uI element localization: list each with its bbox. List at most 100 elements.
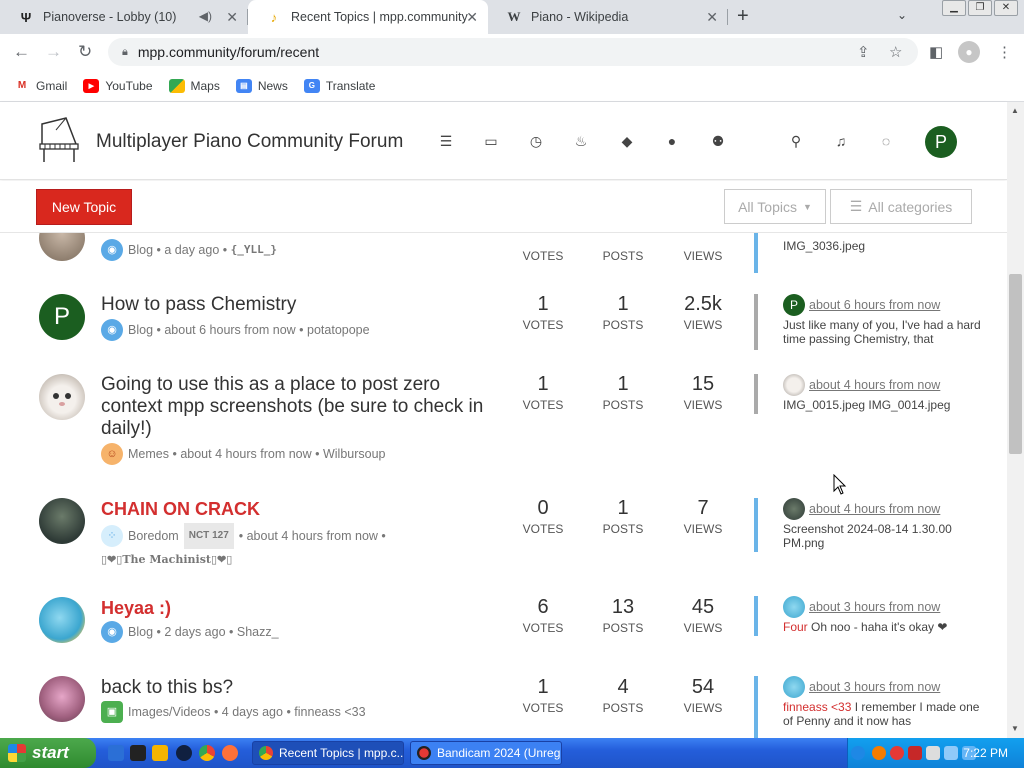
search-icon[interactable]: ⚲ [788,133,804,149]
star-icon[interactable]: ☆ [889,43,902,61]
user-avatar[interactable] [39,498,85,544]
bell-icon[interactable]: ♫ [833,133,849,149]
teaser-time[interactable]: about 3 hours from now [809,680,940,694]
address-bar[interactable]: 🔒︎ mpp.community/forum/recent [108,38,918,66]
close-window-icon[interactable]: ✕ [994,0,1018,16]
author-link[interactable]: Wilbursoup [323,443,386,465]
category-link[interactable]: Blog [128,621,153,643]
page-scrollbar[interactable]: ▲ ▼ [1007,102,1024,738]
category-link[interactable]: Boredom [128,525,179,547]
site-title[interactable]: Multiplayer Piano Community Forum [96,131,403,153]
bookmark-translate[interactable]: G Translate [303,78,375,93]
user-icon[interactable]: ● [664,133,680,149]
scroll-up-icon[interactable]: ▲ [1011,106,1019,115]
user-avatar[interactable] [39,374,85,420]
search-tray-icon[interactable] [872,746,886,760]
piano-logo-icon[interactable] [36,116,80,166]
author-link[interactable]: ▯❤▯The Machinist▯❤▯ [101,549,232,571]
bookmark-gmail[interactable]: M Gmail [14,79,68,93]
close-tab-icon[interactable]: ✕ [706,9,718,26]
topic-title[interactable]: CHAIN ON CRACK [101,498,501,520]
teaser[interactable]: about 4 hours from now Screenshot 2024-0… [754,498,984,552]
bookmark-maps[interactable]: Maps [168,78,220,93]
tab-recent-topics[interactable]: ♪ Recent Topics | mpp.community ✕ [248,0,488,34]
topic-time[interactable]: 4 days ago [222,701,283,723]
tags-icon[interactable]: ◆ [619,133,635,149]
teaser-avatar[interactable] [783,498,805,520]
media-icon[interactable] [130,745,146,761]
users-icon[interactable]: ⚉ [710,133,726,149]
topic-title[interactable]: back to this bs? [101,677,501,699]
new-tab-icon[interactable]: + [737,5,749,28]
topic-row[interactable]: ◉ Blog • a day ago • {_YLL_} VOTES POSTS… [0,233,1007,283]
user-avatar[interactable]: P [925,126,957,158]
back-arrow-icon[interactable]: ← [13,42,30,62]
minimize-icon[interactable]: ▁ [942,0,966,16]
app-tray-icon[interactable] [908,746,922,760]
internet-explorer-icon[interactable] [108,745,124,761]
topic-title[interactable]: How to pass Chemistry [101,294,501,316]
teaser[interactable]: about 3 hours from now finneass <33 I re… [754,676,984,738]
topic-row[interactable]: Going to use this as a place to post zer… [0,365,1007,489]
user-avatar[interactable]: P [39,294,85,340]
speaker-icon[interactable]: ◀) [199,9,212,23]
tray-expand-icon[interactable] [851,746,865,760]
all-topics-dropdown[interactable]: All Topics ▼ [724,189,826,224]
scrollbar-thumb[interactable] [1009,274,1022,454]
inbox-icon[interactable]: ▭ [483,133,499,149]
teaser[interactable]: IMG_3036.jpeg [754,233,984,273]
tab-wikipedia[interactable]: W Piano - Wikipedia ✕ [488,0,728,34]
new-topic-button[interactable]: New Topic [36,189,132,225]
network-tray-icon[interactable] [926,746,940,760]
forward-arrow-icon[interactable]: → [45,42,62,62]
user-avatar[interactable] [39,233,85,261]
reload-icon[interactable]: ↻ [78,42,92,62]
user-avatar[interactable] [39,597,85,643]
topic-row[interactable]: CHAIN ON CRACK ⁘ Boredom NCT 127 • about… [0,489,1007,587]
scroll-down-icon[interactable]: ▼ [1011,724,1019,733]
topic-row[interactable]: P How to pass Chemistry ◉ Blog • about 6… [0,285,1007,365]
bookmark-youtube[interactable]: ▶ YouTube [83,78,153,93]
category-link[interactable]: Blog [128,239,153,261]
taskbar-item-bandicam[interactable]: Bandicam 2024 (Unregi... [410,741,562,765]
category-link[interactable]: Blog [128,319,153,341]
fire-icon[interactable]: ♨ [573,133,589,149]
topic-time[interactable]: about 4 hours from now [180,443,311,465]
teaser[interactable]: about 3 hours from now Four Oh noo - hah… [754,596,984,636]
user-avatar[interactable] [39,676,85,722]
app-icon[interactable] [176,745,192,761]
topic-row[interactable]: Heyaa :) ◉ Blog • 2 days ago • Shazz_ 6 … [0,587,1007,667]
teaser-time[interactable]: about 4 hours from now [809,502,940,516]
tab-pianoverse[interactable]: Ψ Pianoverse - Lobby (10) ◀) ✕ [0,0,248,34]
record-tray-icon[interactable] [890,746,904,760]
teaser[interactable]: about 4 hours from now IMG_0015.jpeg IMG… [754,374,984,414]
topic-time[interactable]: 2 days ago [164,621,225,643]
category-link[interactable]: Memes [128,443,169,465]
chrome-icon[interactable] [199,745,215,761]
close-tab-icon[interactable]: ✕ [226,9,238,26]
clock-icon[interactable]: ◷ [528,133,544,149]
all-categories-dropdown[interactable]: ☰ All categories [830,189,972,224]
display-tray-icon[interactable] [944,746,958,760]
topic-time[interactable]: a day ago [164,239,219,261]
profile-icon[interactable]: ● [958,41,980,63]
topic-time[interactable]: about 4 hours from now [247,525,378,547]
chevron-down-icon[interactable]: ⌄ [897,8,907,22]
author-link[interactable]: {_YLL_} [231,239,277,261]
category-link[interactable]: Images/Videos [128,701,210,723]
teaser[interactable]: P about 6 hours from now Just like many … [754,294,984,350]
teaser-time[interactable]: about 4 hours from now [809,378,940,392]
author-link[interactable]: potatopope [307,319,370,341]
topic-tag[interactable]: NCT 127 [183,523,234,549]
sidepanel-icon[interactable]: ◧ [929,43,943,61]
folder-icon[interactable] [152,745,168,761]
reply-author[interactable]: finneass <33 [783,700,851,714]
teaser-time[interactable]: about 3 hours from now [809,600,940,614]
list-icon[interactable]: ☰ [438,133,454,149]
bookmark-news[interactable]: ▤ News [235,78,288,93]
teaser-avatar[interactable] [783,374,805,396]
share-icon[interactable]: ⇪ [857,43,870,61]
topic-title[interactable]: Heyaa :) [101,597,501,619]
topic-title[interactable]: Going to use this as a place to post zer… [101,374,501,440]
taskbar-item-chrome[interactable]: Recent Topics | mpp.c... [252,741,404,765]
